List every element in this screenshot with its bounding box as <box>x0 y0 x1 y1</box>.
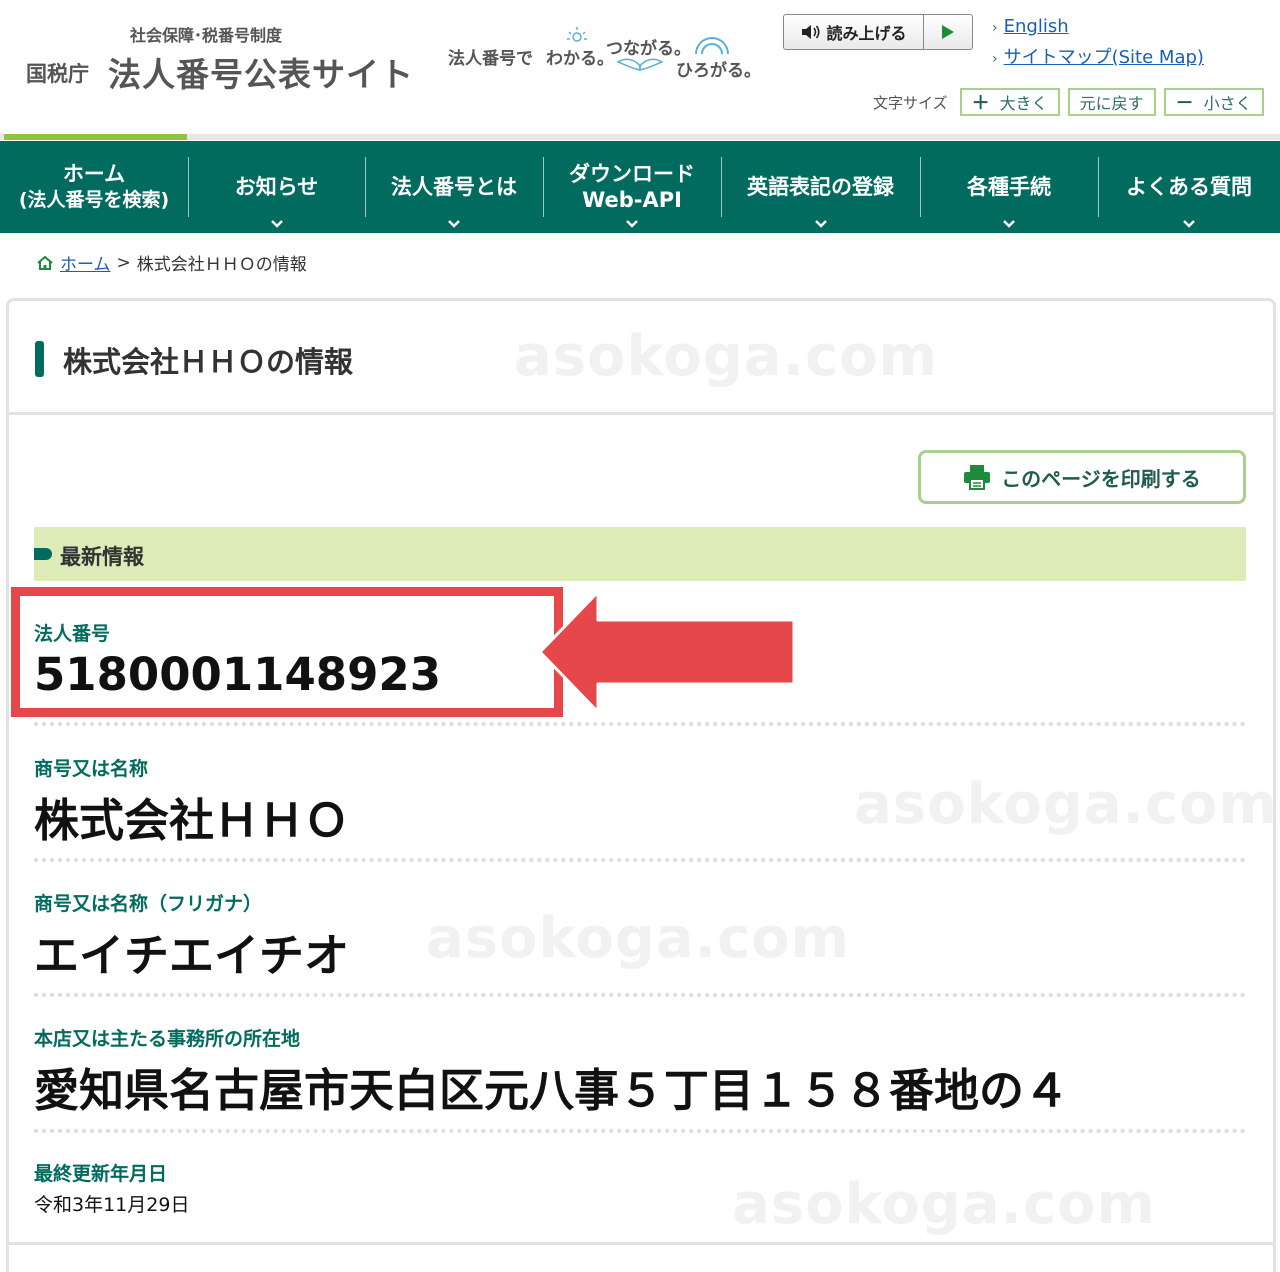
sitemap-link-label: サイトマップ(Site Map) <box>1003 47 1204 68</box>
slogan-text-4: ひろがる。 <box>676 61 761 81</box>
printer-icon <box>964 465 991 490</box>
print-page-button[interactable]: このページを印刷する <box>918 450 1246 504</box>
breadcrumb-home-link[interactable]: ホーム <box>60 250 111 275</box>
font-larger-label: 大きく <box>999 94 1048 113</box>
heading-accent-bar <box>35 341 44 377</box>
section-tag-marker <box>34 548 52 560</box>
chevron-down-icon <box>448 220 460 228</box>
readaloud-button[interactable]: 読み上げる <box>784 15 924 49</box>
nav-item-label: ホーム <box>62 162 126 186</box>
plus-icon: ＋ <box>971 93 990 114</box>
logo-title: 法人番号公表サイト <box>108 55 414 94</box>
nav-item-sublabel: Web-API <box>582 188 682 212</box>
nav-item-label: ダウンロード <box>569 162 695 186</box>
site-header: 社会保障･税番号制度 国税庁 法人番号公表サイト 法人番号で わかる。 つながる… <box>0 0 1280 138</box>
company-furigana-value: エイチエイチオ <box>34 929 350 982</box>
font-reset-label: 元に戻す <box>1079 94 1144 113</box>
section-header-latest: 最新情報 <box>34 527 1246 581</box>
speaker-icon <box>802 25 821 39</box>
field-divider <box>34 1129 1246 1133</box>
english-link[interactable]: › English <box>992 16 1204 37</box>
watermark: asokoga.com <box>426 906 850 971</box>
breadcrumb-separator: > <box>116 252 131 273</box>
wings-icon <box>616 58 664 71</box>
nav-item-home[interactable]: ホーム (法人番号を検索) <box>0 141 188 233</box>
nav-item-news[interactable]: お知らせ <box>188 141 365 233</box>
nav-item-english-registration[interactable]: 英語表記の登録 <box>721 141 920 233</box>
chevron-down-icon <box>626 220 638 228</box>
arrow-left-icon <box>538 590 796 714</box>
section-title: 最新情報 <box>60 545 144 569</box>
chevron-down-icon <box>814 220 827 228</box>
home-icon <box>37 255 53 270</box>
header-divider <box>0 134 1280 140</box>
font-smaller-button[interactable]: － 小さく <box>1163 88 1264 116</box>
readaloud-widget: 読み上げる <box>783 14 973 50</box>
nav-item-faq[interactable]: よくある質問 <box>1098 141 1280 233</box>
chevron-right-icon: › <box>992 20 998 36</box>
font-size-controls: 文字サイズ ＋ 大きく 元に戻す － 小さく <box>873 88 1272 116</box>
panel-bottom-divider <box>6 1242 1276 1245</box>
nav-item-about[interactable]: 法人番号とは <box>365 141 543 233</box>
breadcrumb-current: 株式会社ＨＨＯの情報 <box>136 255 307 275</box>
nav-item-label: 各種手続 <box>967 175 1051 199</box>
english-link-label: English <box>1003 16 1069 37</box>
address-value: 愛知県名古屋市天白区元八事５丁目１５８番地の４ <box>34 1064 1070 1117</box>
last-updated-label: 最終更新年月日 <box>34 1163 168 1185</box>
field-divider <box>34 993 1246 997</box>
last-updated-value: 令和3年11月29日 <box>34 1194 190 1216</box>
font-reset-button[interactable]: 元に戻す <box>1067 88 1156 116</box>
play-icon <box>942 25 954 39</box>
nav-item-download[interactable]: ダウンロード Web-API <box>543 141 721 233</box>
play-button[interactable] <box>924 15 972 49</box>
highlight-annotation-box <box>11 587 563 717</box>
company-name-value: 株式会社ＨＨＯ <box>34 794 350 847</box>
print-button-label: このページを印刷する <box>1001 466 1201 491</box>
header-links: › English › サイトマップ(Site Map) <box>992 16 1204 75</box>
wave-icon <box>695 37 729 55</box>
slogan-text-1: 法人番号で <box>448 49 533 69</box>
nav-item-label: お知らせ <box>234 175 319 199</box>
address-label: 本店又は主たる事務所の所在地 <box>34 1028 301 1050</box>
readaloud-label: 読み上げる <box>826 24 907 43</box>
breadcrumb: ホーム > 株式会社ＨＨＯの情報 <box>36 250 307 275</box>
watermark: asokoga.com <box>514 324 938 389</box>
nav-item-sublabel: (法人番号を検索) <box>18 189 170 211</box>
home-active-indicator <box>4 134 187 140</box>
nav-item-label: よくある質問 <box>1126 175 1252 199</box>
lightbulb-icon <box>567 27 587 42</box>
global-nav: ホーム (法人番号を検索) お知らせ 法人番号とは ダウンロード Web-API… <box>0 141 1280 233</box>
sitemap-link[interactable]: › サイトマップ(Site Map) <box>992 43 1204 69</box>
watermark: asokoga.com <box>854 772 1278 837</box>
logo-subtitle: 社会保障･税番号制度 <box>130 26 283 45</box>
chevron-down-icon <box>1183 220 1195 228</box>
field-divider <box>34 722 1246 726</box>
company-name-label: 商号又は名称 <box>34 758 149 780</box>
font-larger-button[interactable]: ＋ 大きく <box>959 88 1060 116</box>
page-title: 株式会社ＨＨＯの情報 <box>63 345 354 379</box>
chevron-right-icon: › <box>992 51 998 67</box>
font-size-label: 文字サイズ <box>873 93 948 112</box>
field-divider <box>34 858 1246 862</box>
minus-icon: － <box>1175 93 1194 114</box>
nav-item-label: 英語表記の登録 <box>747 175 894 199</box>
nav-item-label: 法人番号とは <box>391 175 517 199</box>
nav-item-procedures[interactable]: 各種手続 <box>920 141 1098 233</box>
company-furigana-label: 商号又は名称（フリガナ） <box>34 893 263 915</box>
chevron-down-icon <box>1003 220 1015 228</box>
font-smaller-label: 小さく <box>1203 94 1252 113</box>
site-slogan: 法人番号で わかる。 つながる。 ひろがる。 <box>448 27 768 90</box>
watermark: asokoga.com <box>732 1172 1156 1237</box>
logo-agency: 国税庁 <box>26 62 89 86</box>
chevron-down-icon <box>270 220 283 228</box>
